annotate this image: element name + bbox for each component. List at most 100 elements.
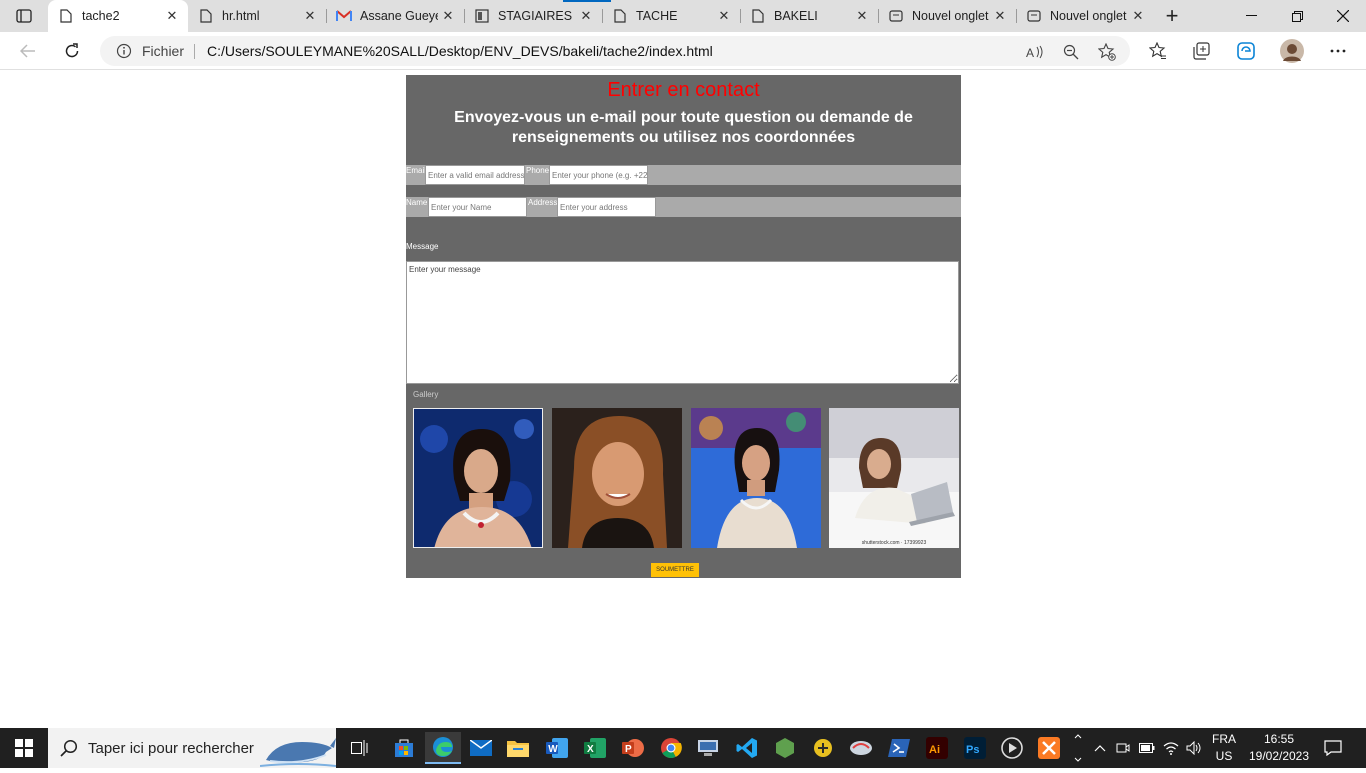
tab-bakeli[interactable]: BAKELI ✕ — [740, 0, 878, 32]
task-view-icon[interactable] — [342, 732, 378, 764]
xampp-icon[interactable] — [1031, 732, 1067, 764]
tab-hr[interactable]: hr.html ✕ — [188, 0, 326, 32]
app-icon[interactable] — [805, 732, 841, 764]
edge-icon[interactable] — [425, 732, 461, 764]
tab-assane-gueye[interactable]: Assane Gueye ✕ — [326, 0, 464, 32]
tab-title: BAKELI — [774, 9, 818, 23]
profile-avatar[interactable] — [1277, 37, 1307, 65]
form-row-identity: Name Address — [406, 197, 961, 217]
powerpoint-icon[interactable]: P — [615, 732, 651, 764]
address-bar[interactable]: Fichier C:/Users/SOULEYMANE%20SALL/Deskt… — [100, 36, 1130, 66]
info-icon[interactable] — [116, 43, 132, 59]
taskbar-clock[interactable]: 16:55 19/02/2023 — [1246, 731, 1312, 765]
message-label: Message — [406, 242, 439, 251]
tab-stagiaires[interactable]: STAGIAIRES BAKELI ✕ — [464, 0, 602, 32]
submit-button[interactable]: SOUMETTRE — [651, 563, 699, 577]
page-subtitle: Envoyez-vous un e-mail pour toute questi… — [454, 109, 913, 146]
input-language[interactable]: FRA US — [1208, 731, 1240, 765]
tab-actions-icon[interactable] — [8, 4, 40, 28]
close-icon[interactable]: ✕ — [852, 6, 872, 26]
word-icon[interactable]: W — [539, 732, 575, 764]
windows-start-icon[interactable] — [0, 728, 48, 768]
gallery-photo-3[interactable] — [691, 408, 821, 548]
notifications-icon[interactable] — [1318, 728, 1348, 768]
form-row-contact: Email Phone — [406, 165, 961, 185]
url-text[interactable]: C:/Users/SOULEYMANE%20SALL/Desktop/ENV_D… — [207, 43, 713, 59]
address-field[interactable] — [557, 197, 656, 217]
restore-icon[interactable] — [1274, 0, 1320, 32]
phone-label: Phone — [526, 166, 550, 175]
address-separator — [194, 44, 195, 59]
gmail-icon — [336, 8, 352, 24]
gallery-photo-4[interactable]: shutterstock.com · 17399923 — [829, 408, 959, 548]
chrome-icon[interactable] — [653, 732, 689, 764]
close-icon[interactable]: ✕ — [1128, 6, 1148, 26]
meet-now-icon[interactable] — [1113, 728, 1133, 768]
svg-text:Ps: Ps — [966, 744, 979, 756]
gallery-label: Gallery — [413, 390, 439, 399]
file-icon — [198, 8, 214, 24]
minimize-icon[interactable] — [1228, 0, 1274, 32]
close-icon[interactable]: ✕ — [576, 6, 596, 26]
keyboard-layout: US — [1215, 749, 1233, 763]
contact-section: Entrer en contact Envoyez-vous un e-mail… — [406, 75, 961, 578]
app2-icon[interactable] — [843, 732, 879, 764]
media-player-icon[interactable] — [994, 732, 1030, 764]
email-label: Email — [406, 166, 427, 175]
powershell-icon[interactable] — [881, 732, 917, 764]
collections-icon[interactable] — [1187, 37, 1217, 65]
favorites-icon[interactable] — [1143, 37, 1173, 65]
tab-nouvel-onglet-2[interactable]: Nouvel onglet ✕ — [1016, 0, 1154, 32]
volume-icon[interactable] — [1184, 728, 1204, 768]
taskbar-search[interactable]: Taper ici pour rechercher — [48, 728, 337, 768]
battery-icon[interactable] — [1137, 728, 1157, 768]
close-icon[interactable]: ✕ — [162, 6, 182, 26]
message-textarea[interactable] — [406, 261, 959, 384]
mail-icon[interactable] — [463, 732, 499, 764]
excel-icon[interactable]: X — [577, 732, 613, 764]
clock-date: 19/02/2023 — [1248, 749, 1310, 763]
search-placeholder: Taper ici pour rechercher — [88, 740, 254, 757]
file-icon — [750, 8, 766, 24]
tab-title: tache2 — [82, 9, 120, 23]
close-window-icon[interactable] — [1320, 0, 1366, 32]
more-menu-icon[interactable] — [1323, 37, 1353, 65]
refresh-icon[interactable] — [57, 37, 87, 65]
read-aloud-icon[interactable]: A — [1026, 43, 1044, 61]
vscode-icon[interactable] — [729, 732, 765, 764]
network-app-icon[interactable] — [690, 732, 726, 764]
gallery-photo-1[interactable] — [413, 408, 543, 548]
tray-scroll-icon[interactable] — [1070, 728, 1086, 768]
back-icon[interactable] — [13, 37, 43, 65]
node-icon[interactable] — [767, 732, 803, 764]
close-icon[interactable]: ✕ — [990, 6, 1010, 26]
name-field[interactable] — [428, 197, 527, 217]
svg-text:Ai: Ai — [929, 744, 940, 756]
tab-tache[interactable]: TACHE ✕ — [602, 0, 740, 32]
svg-text:W: W — [548, 744, 558, 755]
close-icon[interactable]: ✕ — [438, 6, 458, 26]
photoshop-icon[interactable]: Ps — [957, 732, 993, 764]
scheme-label: Fichier — [142, 43, 185, 59]
phone-field[interactable] — [549, 165, 648, 185]
page-viewport: Entrer en contact Envoyez-vous un e-mail… — [0, 71, 1366, 728]
tab-nouvel-onglet-1[interactable]: Nouvel onglet ✕ — [878, 0, 1016, 32]
store-icon[interactable] — [386, 732, 422, 764]
tab-tache2[interactable]: tache2 ✕ — [48, 0, 188, 32]
gallery-photo-2[interactable] — [552, 408, 682, 548]
close-icon[interactable]: ✕ — [300, 6, 320, 26]
email-field[interactable] — [425, 165, 525, 185]
wifi-icon[interactable] — [1161, 728, 1181, 768]
close-icon[interactable]: ✕ — [714, 6, 734, 26]
illustrator-icon[interactable]: Ai — [919, 732, 955, 764]
add-favorite-icon[interactable] — [1098, 43, 1116, 61]
page-title: Entrer en contact — [607, 79, 760, 101]
tab-title: Assane Gueye — [360, 9, 438, 23]
svg-text:P: P — [625, 744, 632, 755]
zoom-out-icon[interactable] — [1062, 43, 1080, 61]
explorer-icon[interactable] — [500, 732, 536, 764]
sheet-icon — [474, 8, 490, 24]
show-hidden-icons[interactable] — [1090, 728, 1110, 768]
browser-essentials-icon[interactable] — [1231, 37, 1261, 65]
new-tab-icon[interactable]: + — [1158, 3, 1186, 28]
